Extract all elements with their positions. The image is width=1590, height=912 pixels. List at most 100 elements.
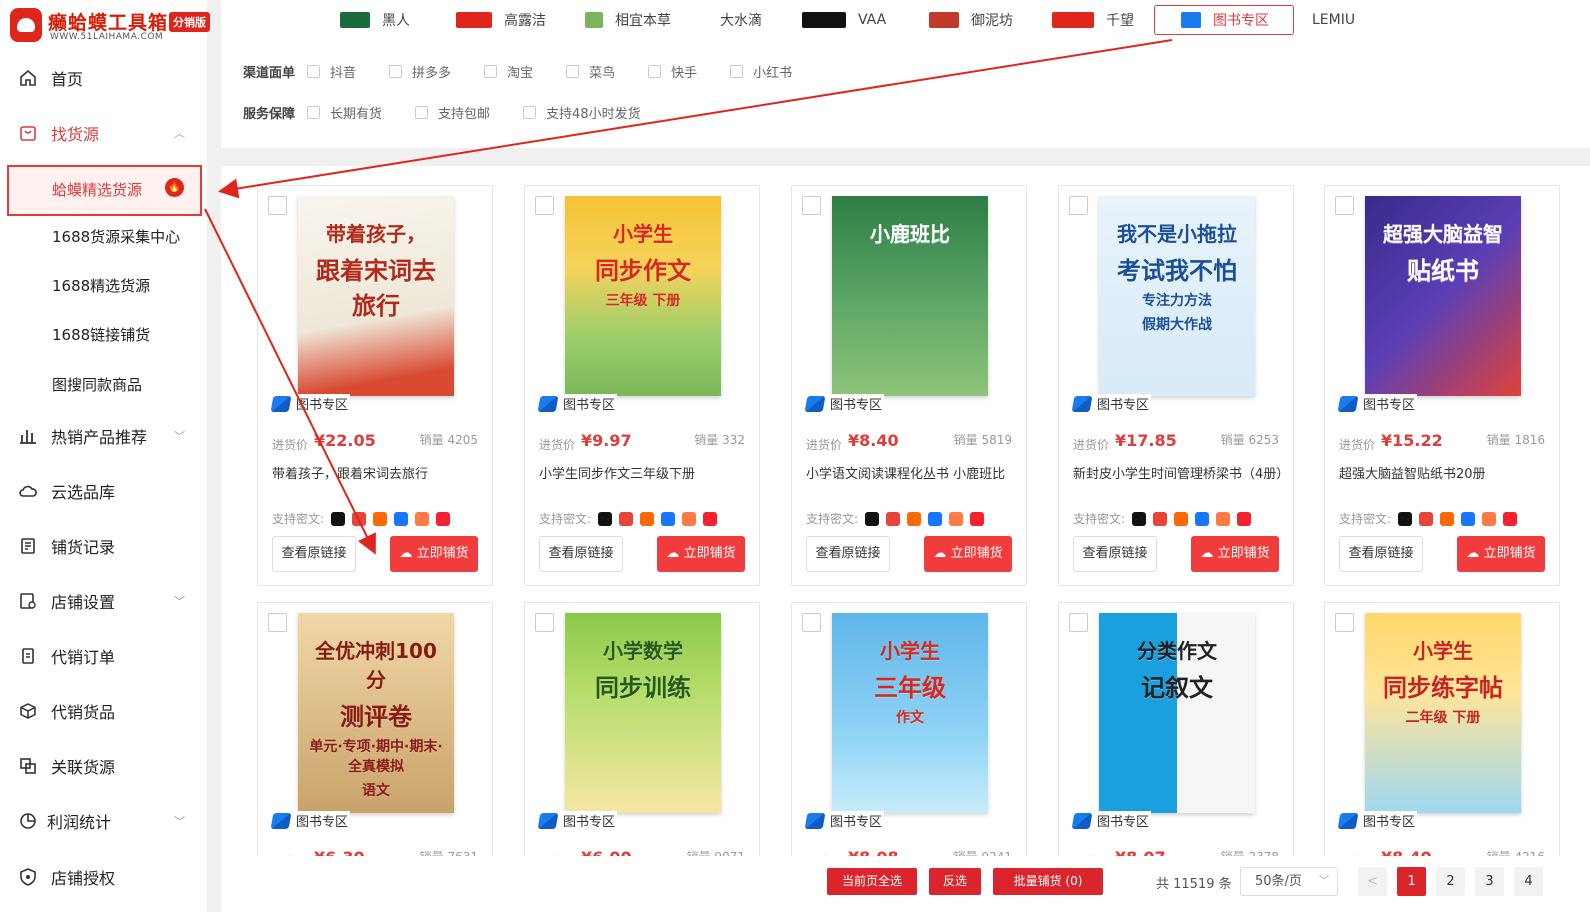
product-card[interactable]: 小学生同步练字帖二年级 下册 图书专区 进货价 ¥8.40 销量 4216 (1324, 602, 1560, 856)
select-page-button[interactable]: 当前页全选 (827, 868, 917, 895)
page-4-button[interactable]: 4 (1514, 867, 1543, 896)
publish-now-button[interactable]: ☁ 立即铺货 (924, 536, 1012, 572)
brand-qianwang[interactable]: 千望 (1052, 4, 1134, 36)
product-checkbox[interactable] (535, 196, 554, 215)
product-checkbox[interactable] (1069, 613, 1088, 632)
product-title[interactable]: 小学语文阅读课程化丛书 小鹿班比 (806, 466, 1016, 484)
pagination-bar: 当前页全选 反选 批量铺货 (0) 共 11519 条 50条/页 ﹀ < 1 2… (221, 856, 1590, 912)
sidebar-subitem-1688-selected[interactable]: 1688精选货源 (0, 265, 207, 305)
channel-checkbox[interactable]: 淘宝 (484, 62, 533, 81)
product-checkbox[interactable] (1069, 196, 1088, 215)
product-cover-image[interactable]: 小学生 同步作文 三年级 下册 (525, 186, 759, 418)
sidebar-subitem-label: 图搜同款商品 (52, 375, 143, 394)
view-original-link-button[interactable]: 查看原链接 (539, 536, 623, 572)
sidebar-item-find-source[interactable]: 找货源 ︿ (0, 113, 207, 153)
sidebar-subitem-1688-collect[interactable]: 1688货源采集中心 (0, 216, 207, 256)
sidebar-item-publish-records[interactable]: 铺货记录 (0, 526, 207, 566)
channel-checkbox[interactable]: 小红书 (730, 62, 792, 81)
service-checkbox[interactable]: 长期有货 (307, 103, 382, 122)
shop-settings-icon (20, 593, 36, 609)
prev-page-button[interactable]: < (1358, 867, 1387, 896)
app-logo[interactable]: 癞蛤蟆工具箱 分销版 WWW.51LAIHAMA.COM (8, 5, 210, 45)
service-checkbox[interactable]: 支持包邮 (415, 103, 490, 122)
platform-icon (1237, 511, 1252, 526)
brand-heiren[interactable]: 黑人 (340, 4, 410, 36)
product-card[interactable]: 超强大脑益智 贴纸书 图书专区 进货价 ¥15.22 销量 1816 超强大脑益智… (1324, 185, 1560, 586)
publish-now-button[interactable]: ☁ 立即铺货 (1191, 536, 1279, 572)
product-title[interactable]: 新封皮小学生时间管理桥梁书（4册） (1073, 466, 1289, 484)
product-cover-image[interactable]: 小学生 三年级 作文 (792, 603, 1026, 835)
product-checkbox[interactable] (268, 196, 287, 215)
product-checkbox[interactable] (802, 196, 821, 215)
product-cover-image[interactable]: 小鹿班比 (792, 186, 1026, 418)
invert-selection-button[interactable]: 反选 (929, 868, 981, 895)
product-cover-image[interactable]: 带着孩子， 跟着宋词去旅行 (258, 186, 492, 418)
sidebar-item-consign-orders[interactable]: 代销订单 (0, 636, 207, 676)
view-original-link-button[interactable]: 查看原链接 (272, 536, 356, 572)
product-card[interactable]: 带着孩子， 跟着宋词去旅行 图书专区 进货价 ¥22.05 销量 4205 带着孩… (257, 185, 493, 586)
product-card[interactable]: 小学生三年级作文 图书专区 进货价 ¥8.08 销量 9241 (791, 602, 1027, 856)
cover-text: 小鹿班比 (870, 222, 950, 246)
product-checkbox[interactable] (268, 613, 287, 632)
channel-checkbox[interactable]: 抖音 (307, 62, 356, 81)
brand-colgate[interactable]: 高露洁 (456, 4, 546, 36)
brand-dashuidi[interactable]: 大水滴 (720, 4, 762, 36)
product-checkbox[interactable] (535, 613, 554, 632)
product-checkbox[interactable] (1335, 196, 1354, 215)
page-1-button[interactable]: 1 (1397, 867, 1426, 896)
view-original-link-button[interactable]: 查看原链接 (806, 536, 890, 572)
batch-publish-button[interactable]: 批量铺货 (0) (993, 868, 1103, 895)
sidebar-item-shop-settings[interactable]: 店铺设置 ﹀ (0, 581, 207, 621)
product-cover-image[interactable]: 小学数学 同步训练 (525, 603, 759, 835)
product-card[interactable]: 小鹿班比 图书专区 进货价 ¥8.40 销量 5819 小学语文阅读课程化丛书 … (791, 185, 1027, 586)
sidebar-subitem-image-search[interactable]: 图搜同款商品 (0, 364, 207, 404)
product-cover-image[interactable]: 我不是小拖拉 考试我不怕 专注力方法 假期大作战 (1059, 186, 1293, 418)
product-cover-image[interactable]: 分类作文 记叙文 (1059, 603, 1293, 835)
view-original-link-button[interactable]: 查看原链接 (1073, 536, 1157, 572)
product-title[interactable]: 超强大脑益智贴纸书20册 (1339, 466, 1549, 484)
product-card[interactable]: 小学生 同步作文 三年级 下册 图书专区 进货价 ¥9.97 销量 332 小学生同… (524, 185, 760, 586)
sidebar-item-cloud-library[interactable]: 云选品库 (0, 471, 207, 511)
product-cover-image[interactable]: 超强大脑益智 贴纸书 (1325, 186, 1559, 418)
page-size-select[interactable]: 50条/页 ﹀ (1240, 867, 1338, 896)
publish-now-button[interactable]: ☁ 立即铺货 (390, 536, 478, 572)
sidebar-item-consign-goods[interactable]: 代销货品 (0, 691, 207, 731)
product-card[interactable]: 全优冲刺100分测评卷单元·专项·期中·期末·全真模拟语文 图书专区 进货价 ¥… (257, 602, 493, 856)
product-title[interactable]: 小学生同步作文三年级下册 (539, 466, 749, 484)
brand-lemiu[interactable]: LEMIU (1312, 4, 1355, 36)
brand-xiangyi[interactable]: 相宜本草 (585, 4, 671, 36)
fire-icon: 🔥 (165, 178, 184, 197)
product-title[interactable]: 带着孩子，跟着宋词去旅行 (272, 466, 482, 484)
brand-books[interactable]: 图书专区 (1154, 5, 1294, 35)
product-cover-image[interactable]: 小学生 同步练字帖 二年级 下册 (1325, 603, 1559, 835)
product-card[interactable]: 分类作文记叙文 图书专区 进货价 ¥8.07 销量 2378 (1058, 602, 1294, 856)
category-label: 图书专区 (1363, 398, 1416, 413)
sidebar-item-profit-stats[interactable]: 利润统计 ﹀ (0, 801, 207, 841)
product-price: ¥6.30 (314, 848, 365, 856)
product-checkbox[interactable] (1335, 613, 1354, 632)
sidebar-item-linked-source[interactable]: 关联货源 (0, 746, 207, 786)
sidebar-subitem-toad-selected[interactable]: 蛤蟆精选货源 🔥 (7, 165, 202, 216)
channel-checkbox[interactable]: 菜鸟 (566, 62, 615, 81)
sidebar-item-hot-products[interactable]: 热销产品推荐 ﹀ (0, 416, 207, 456)
view-original-link-button[interactable]: 查看原链接 (1339, 536, 1423, 572)
product-card[interactable]: 小学数学同步训练 图书专区 进货价 ¥6.00 销量 9071 (524, 602, 760, 856)
product-cover-image[interactable]: 全优冲刺100分 测评卷 单元·专项·期中·期末·全真模拟 语文 (258, 603, 492, 835)
product-card[interactable]: 我不是小拖拉 考试我不怕 专注力方法 假期大作战 图书专区 进货价 ¥17.85 销量… (1058, 185, 1294, 586)
platform-icon (1461, 511, 1476, 526)
app-root: 癞蛤蟆工具箱 分销版 WWW.51LAIHAMA.COM 首页 找货源 ︿ 蛤蟆… (0, 0, 1590, 912)
brand-yunifang[interactable]: 御泥坊 (929, 4, 1013, 36)
brand-vaa[interactable]: VAA (802, 4, 886, 36)
page-3-button[interactable]: 3 (1475, 867, 1504, 896)
channel-checkbox[interactable]: 拼多多 (389, 62, 451, 81)
product-checkbox[interactable] (802, 613, 821, 632)
sidebar-item-shop-auth[interactable]: 店铺授权 (0, 857, 207, 897)
service-checkbox[interactable]: 支持48小时发货 (523, 103, 641, 122)
sidebar-subitem-1688-link[interactable]: 1688链接铺货 (0, 314, 207, 354)
sidebar-item-label: 利润统计 (47, 813, 112, 832)
page-2-button[interactable]: 2 (1436, 867, 1465, 896)
publish-now-button[interactable]: ☁ 立即铺货 (657, 536, 745, 572)
publish-now-button[interactable]: ☁ 立即铺货 (1457, 536, 1545, 572)
sidebar-item-home[interactable]: 首页 (0, 58, 207, 98)
channel-checkbox[interactable]: 快手 (648, 62, 697, 81)
